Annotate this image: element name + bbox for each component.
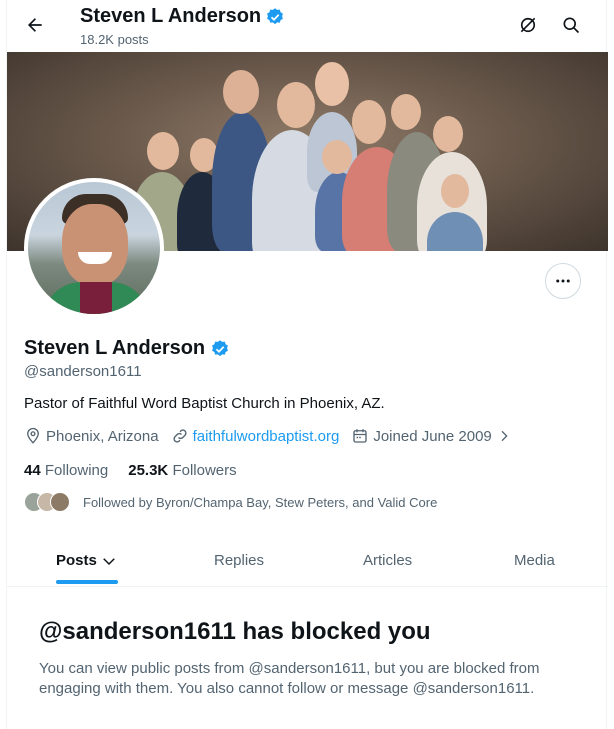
tab-replies-label: Replies — [214, 552, 265, 569]
verified-badge-icon — [267, 7, 284, 24]
profile-avatar[interactable] — [24, 178, 164, 318]
more-icon — [556, 279, 570, 283]
follower-avatar — [50, 492, 70, 512]
tab-media-label: Media — [514, 552, 555, 569]
following-label: Following — [44, 462, 109, 479]
following-count: 44 — [24, 462, 41, 479]
followers-link[interactable]: 25.3K Followers — [128, 462, 236, 479]
profile-name: Steven L Anderson — [24, 337, 230, 360]
profile-page: Steven L Anderson 18.2K posts Steven L A… — [6, 0, 608, 729]
profile-meta: Phoenix, Arizona faithfulwordbaptist.org… — [24, 427, 524, 445]
followed-by-text: Followed by Byron/Champa Bay, Stew Peter… — [83, 494, 438, 510]
header-title: Steven L Anderson — [80, 5, 285, 28]
blocked-title: @sanderson1611 has blocked you — [39, 618, 431, 645]
website-link[interactable]: faithfulwordbaptist.org — [193, 428, 340, 445]
chevron-down-icon — [103, 557, 115, 565]
followers-label: Followers — [172, 462, 237, 479]
calendar-icon — [353, 429, 368, 443]
profile-handle: @sanderson1611 — [24, 363, 142, 380]
active-tab-indicator — [56, 580, 118, 584]
location-text: Phoenix, Arizona — [46, 427, 159, 445]
blocked-message: You can view public posts from @sanderso… — [39, 660, 540, 697]
search-icon — [563, 17, 580, 34]
following-link[interactable]: 44 Following — [24, 462, 108, 479]
tab-posts-label: Posts — [56, 552, 97, 569]
location-icon — [27, 427, 39, 444]
tab-replies[interactable]: Replies — [214, 534, 264, 587]
chevron-right-icon — [501, 430, 508, 442]
verified-badge-icon[interactable] — [210, 339, 230, 359]
profile-name-text: Steven L Anderson — [24, 337, 206, 359]
more-options-button[interactable] — [545, 263, 581, 299]
tab-articles[interactable]: Articles — [363, 534, 412, 587]
joined-text: Joined June 2009 — [373, 427, 492, 445]
follow-stats: 44 Following 25.3K Followers — [24, 462, 237, 479]
search-button[interactable] — [556, 10, 586, 40]
website-item: faithfulwordbaptist.org — [171, 427, 340, 445]
joined-item[interactable]: Joined June 2009 — [351, 427, 511, 445]
header-name: Steven L Anderson — [80, 5, 262, 27]
post-count: 18.2K posts — [80, 32, 149, 47]
location-item: Phoenix, Arizona — [24, 427, 159, 445]
tab-media[interactable]: Media — [514, 534, 555, 587]
back-button[interactable] — [19, 9, 51, 41]
grok-icon — [520, 17, 536, 33]
top-bar: Steven L Anderson 18.2K posts — [7, 0, 608, 52]
link-icon — [173, 429, 187, 443]
grok-button[interactable] — [513, 10, 543, 40]
followers-count: 25.3K — [128, 462, 169, 479]
followed-by[interactable]: Followed by Byron/Champa Bay, Stew Peter… — [24, 492, 437, 512]
profile-bio: Pastor of Faithful Word Baptist Church i… — [24, 395, 385, 412]
tab-articles-label: Articles — [363, 552, 413, 569]
back-arrow-icon — [28, 18, 42, 32]
